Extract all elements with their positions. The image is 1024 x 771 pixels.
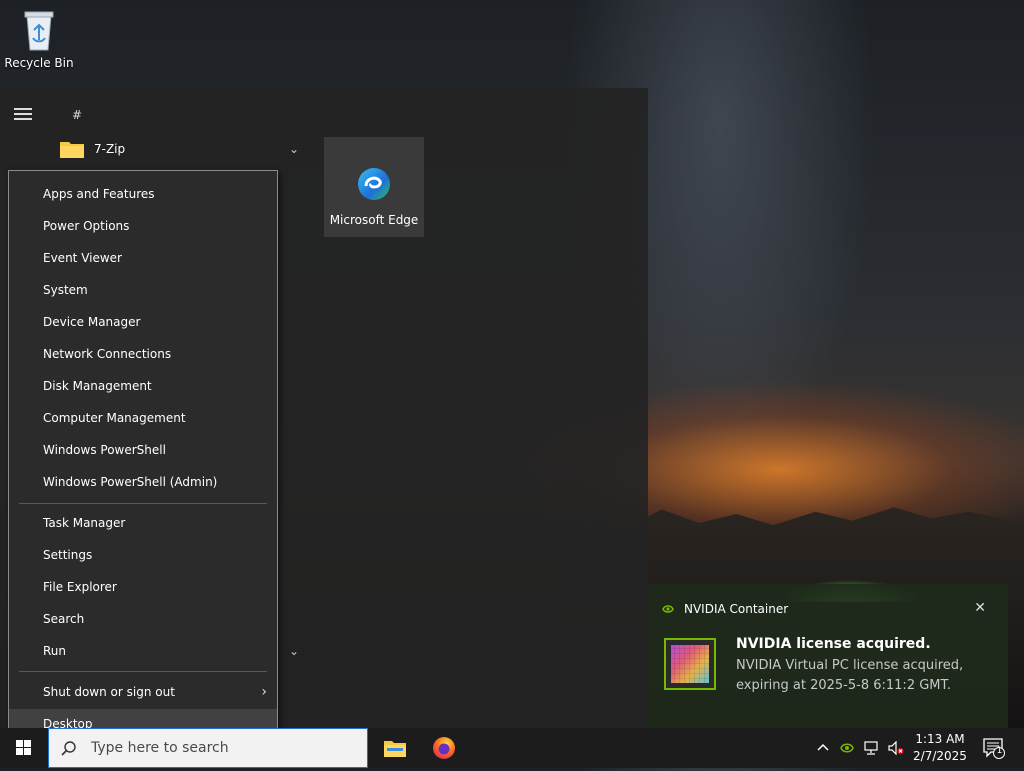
menu-item-disk-management[interactable]: Disk Management	[9, 371, 277, 401]
notification-toast[interactable]: NVIDIA Container ✕ NVIDIA license acquir…	[648, 584, 1008, 728]
toast-body: NVIDIA Virtual PC license acquired, expi…	[736, 658, 964, 693]
clock-date: 2/7/2025	[913, 749, 967, 763]
start-button[interactable]	[0, 728, 48, 768]
menu-item-device-manager[interactable]: Device Manager	[9, 307, 277, 337]
menu-item-network-connections[interactable]: Network Connections	[9, 339, 277, 369]
action-center-button[interactable]: 1	[982, 736, 1006, 760]
menu-item-windows-powershell[interactable]: Windows PowerShell	[9, 435, 277, 465]
recycle-bin-label: Recycle Bin	[4, 56, 74, 70]
menu-separator	[19, 671, 267, 672]
tile-microsoft-edge[interactable]: Microsoft Edge	[324, 137, 424, 237]
edge-icon	[358, 168, 390, 200]
menu-item-system[interactable]: System	[9, 275, 277, 305]
tile-label: Microsoft Edge	[329, 213, 419, 227]
taskbar-clock[interactable]: 1:13 AM 2/7/2025	[906, 731, 974, 765]
taskbar-search-box[interactable]	[48, 728, 368, 768]
recycle-bin-icon	[19, 6, 59, 52]
menu-item-windows-powershell-admin[interactable]: Windows PowerShell (Admin)	[9, 467, 277, 497]
chevron-down-icon[interactable]: ⌄	[289, 644, 299, 658]
nvidia-tray-icon[interactable]	[840, 742, 854, 754]
toast-app-header: NVIDIA Container	[662, 602, 788, 616]
nvidia-icon	[662, 605, 674, 613]
windows-logo-icon	[16, 740, 31, 755]
chevron-up-icon[interactable]	[816, 741, 830, 755]
menu-item-file-explorer[interactable]: File Explorer	[9, 572, 277, 602]
menu-item-shut-down-or-sign-out[interactable]: Shut down or sign out ›	[9, 677, 277, 707]
menu-item-event-viewer[interactable]: Event Viewer	[9, 243, 277, 273]
app-list-item-label: 7-Zip	[94, 142, 126, 156]
menu-item-apps-and-features[interactable]: Apps and Features	[9, 179, 277, 209]
notification-count-badge: 1	[996, 746, 1003, 756]
hamburger-menu-icon[interactable]	[14, 108, 34, 122]
menu-item-search[interactable]: Search	[9, 604, 277, 634]
menu-item-computer-management[interactable]: Computer Management	[9, 403, 277, 433]
chevron-down-icon[interactable]: ⌄	[289, 142, 299, 156]
desktop-icon-recycle-bin[interactable]: Recycle Bin	[0, 6, 78, 70]
firefox-icon[interactable]	[432, 736, 456, 760]
clock-time: 1:13 AM	[915, 732, 965, 746]
folder-icon	[60, 142, 84, 158]
system-tray	[816, 728, 904, 768]
nvidia-gpu-icon	[664, 638, 716, 690]
file-explorer-icon[interactable]	[383, 736, 407, 760]
menu-item-power-options[interactable]: Power Options	[9, 211, 277, 241]
menu-item-run[interactable]: Run	[9, 636, 277, 666]
search-icon	[61, 741, 76, 756]
power-user-menu: Apps and Features Power Options Event Vi…	[8, 170, 278, 750]
menu-item-settings[interactable]: Settings	[9, 540, 277, 570]
chevron-right-icon: ›	[261, 684, 267, 700]
taskbar: 1:13 AM 2/7/2025 1	[0, 728, 1024, 768]
volume-muted-icon[interactable]	[888, 741, 904, 755]
network-icon[interactable]	[864, 741, 880, 755]
app-list-item-7zip[interactable]: 7-Zip	[60, 136, 310, 162]
toast-app-name: NVIDIA Container	[684, 602, 789, 616]
toast-title: NVIDIA license acquired.	[736, 636, 931, 652]
close-icon[interactable]: ✕	[974, 600, 986, 616]
menu-item-task-manager[interactable]: Task Manager	[9, 508, 277, 538]
search-input[interactable]	[89, 739, 353, 757]
app-list-letter-header[interactable]: #	[72, 108, 82, 122]
menu-item-label: Shut down or sign out	[43, 685, 175, 699]
menu-separator	[19, 503, 267, 504]
